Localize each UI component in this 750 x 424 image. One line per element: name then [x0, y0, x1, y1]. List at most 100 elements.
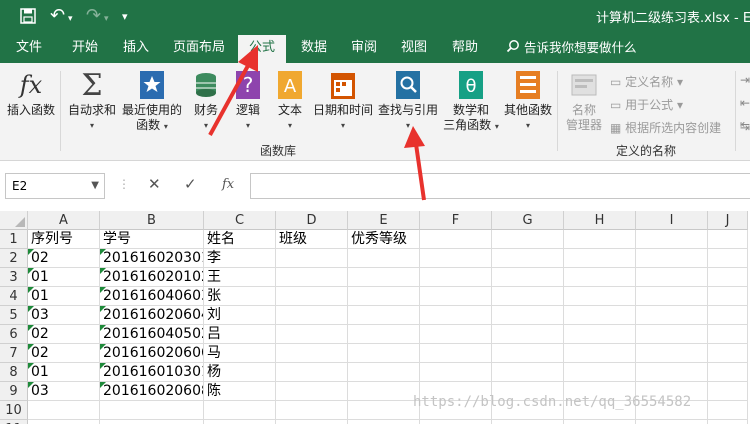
cell-F1[interactable]: [420, 230, 492, 249]
cell-F5[interactable]: [420, 306, 492, 325]
save-icon[interactable]: [20, 5, 36, 30]
tab-home[interactable]: 开始: [62, 33, 108, 63]
cell-E1[interactable]: 优秀等级: [348, 230, 420, 249]
cell-E3[interactable]: [348, 268, 420, 287]
cell-B6[interactable]: 201616040502: [100, 325, 204, 344]
cell-C9[interactable]: 陈: [204, 382, 276, 401]
row-header-10[interactable]: 10: [0, 401, 28, 420]
remove-arrows-icon[interactable]: ↹: [740, 119, 750, 133]
cell-F2[interactable]: [420, 249, 492, 268]
cell-A5[interactable]: 03: [28, 306, 100, 325]
cell-B10[interactable]: [100, 401, 204, 420]
customize-toolbar-icon[interactable]: ▾: [122, 6, 128, 28]
cell-A4[interactable]: 01: [28, 287, 100, 306]
row-header-6[interactable]: 6: [0, 325, 28, 344]
cell-F3[interactable]: [420, 268, 492, 287]
tab-help[interactable]: 帮助: [443, 33, 487, 63]
cell-E4[interactable]: [348, 287, 420, 306]
cell-I3[interactable]: [636, 268, 708, 287]
tab-file[interactable]: 文件: [6, 33, 52, 63]
cell-D9[interactable]: [276, 382, 348, 401]
insert-function-button[interactable]: fx 插入函数: [4, 69, 58, 118]
cell-A9[interactable]: 03: [28, 382, 100, 401]
drag-handle-icon[interactable]: ⋮: [118, 177, 130, 191]
row-header-4[interactable]: 4: [0, 287, 28, 306]
cell-D6[interactable]: [276, 325, 348, 344]
cell-B5[interactable]: 201616020604: [100, 306, 204, 325]
column-header-B[interactable]: B: [100, 211, 204, 230]
cell-J8[interactable]: [708, 363, 748, 382]
cell-C8[interactable]: 杨: [204, 363, 276, 382]
cell-A1[interactable]: 序列号: [28, 230, 100, 249]
cell-G11[interactable]: [492, 420, 564, 424]
name-box[interactable]: E2 ▼: [5, 173, 105, 199]
column-header-G[interactable]: G: [492, 211, 564, 230]
cell-D7[interactable]: [276, 344, 348, 363]
row-header-3[interactable]: 3: [0, 268, 28, 287]
column-header-I[interactable]: I: [636, 211, 708, 230]
cell-I6[interactable]: [636, 325, 708, 344]
undo-icon[interactable]: ↶: [50, 5, 65, 27]
cell-I1[interactable]: [636, 230, 708, 249]
cell-I11[interactable]: [636, 420, 708, 424]
cell-D2[interactable]: [276, 249, 348, 268]
cell-A7[interactable]: 02: [28, 344, 100, 363]
cell-H3[interactable]: [564, 268, 636, 287]
cell-G1[interactable]: [492, 230, 564, 249]
cell-E11[interactable]: [348, 420, 420, 424]
use-in-formula-button[interactable]: ▭ 用于公式 ▾: [610, 96, 683, 113]
row-header-8[interactable]: 8: [0, 363, 28, 382]
tab-review[interactable]: 审阅: [342, 33, 386, 63]
cell-A8[interactable]: 01: [28, 363, 100, 382]
cell-E7[interactable]: [348, 344, 420, 363]
cell-B4[interactable]: 201616040603: [100, 287, 204, 306]
cell-G3[interactable]: [492, 268, 564, 287]
column-header-A[interactable]: A: [28, 211, 100, 230]
cell-B7[interactable]: 201616020606: [100, 344, 204, 363]
cell-F4[interactable]: [420, 287, 492, 306]
cell-C5[interactable]: 刘: [204, 306, 276, 325]
cell-H5[interactable]: [564, 306, 636, 325]
cell-F7[interactable]: [420, 344, 492, 363]
insert-function-icon[interactable]: fx: [222, 177, 234, 192]
cell-B8[interactable]: 201616010301: [100, 363, 204, 382]
more-functions-button[interactable]: 其他函数 ▾: [500, 69, 556, 133]
formula-input[interactable]: [250, 173, 750, 199]
tab-data[interactable]: 数据: [292, 33, 336, 63]
cell-A10[interactable]: [28, 401, 100, 420]
row-header-2[interactable]: 2: [0, 249, 28, 268]
cell-A6[interactable]: 02: [28, 325, 100, 344]
row-header-7[interactable]: 7: [0, 344, 28, 363]
cell-G5[interactable]: [492, 306, 564, 325]
cancel-icon[interactable]: ✕: [148, 175, 161, 193]
cell-J3[interactable]: [708, 268, 748, 287]
cell-C7[interactable]: 马: [204, 344, 276, 363]
tab-view[interactable]: 视图: [392, 33, 436, 63]
name-manager-button[interactable]: 名称 管理器: [562, 69, 606, 133]
create-from-selection-button[interactable]: ▦ 根据所选内容创建: [610, 119, 721, 136]
cell-I2[interactable]: [636, 249, 708, 268]
redo-icon[interactable]: ↷: [86, 5, 101, 27]
cell-H11[interactable]: [564, 420, 636, 424]
recently-used-button[interactable]: 最近使用的 函数 ▾: [120, 69, 184, 134]
enter-icon[interactable]: ✓: [184, 175, 197, 193]
cell-C10[interactable]: [204, 401, 276, 420]
cell-I5[interactable]: [636, 306, 708, 325]
cell-G4[interactable]: [492, 287, 564, 306]
column-header-C[interactable]: C: [204, 211, 276, 230]
text-button[interactable]: A 文本 ▾: [270, 69, 310, 133]
column-header-J[interactable]: J: [708, 211, 748, 230]
cell-B3[interactable]: 201616020102: [100, 268, 204, 287]
cell-H2[interactable]: [564, 249, 636, 268]
cell-G6[interactable]: [492, 325, 564, 344]
cell-C1[interactable]: 姓名: [204, 230, 276, 249]
cell-E10[interactable]: [348, 401, 420, 420]
cell-A2[interactable]: 02: [28, 249, 100, 268]
cell-G2[interactable]: [492, 249, 564, 268]
cell-D1[interactable]: 班级: [276, 230, 348, 249]
autosum-button[interactable]: Σ 自动求和 ▾: [64, 69, 120, 133]
cell-A3[interactable]: 01: [28, 268, 100, 287]
cell-D4[interactable]: [276, 287, 348, 306]
cell-J7[interactable]: [708, 344, 748, 363]
cell-F11[interactable]: [420, 420, 492, 424]
